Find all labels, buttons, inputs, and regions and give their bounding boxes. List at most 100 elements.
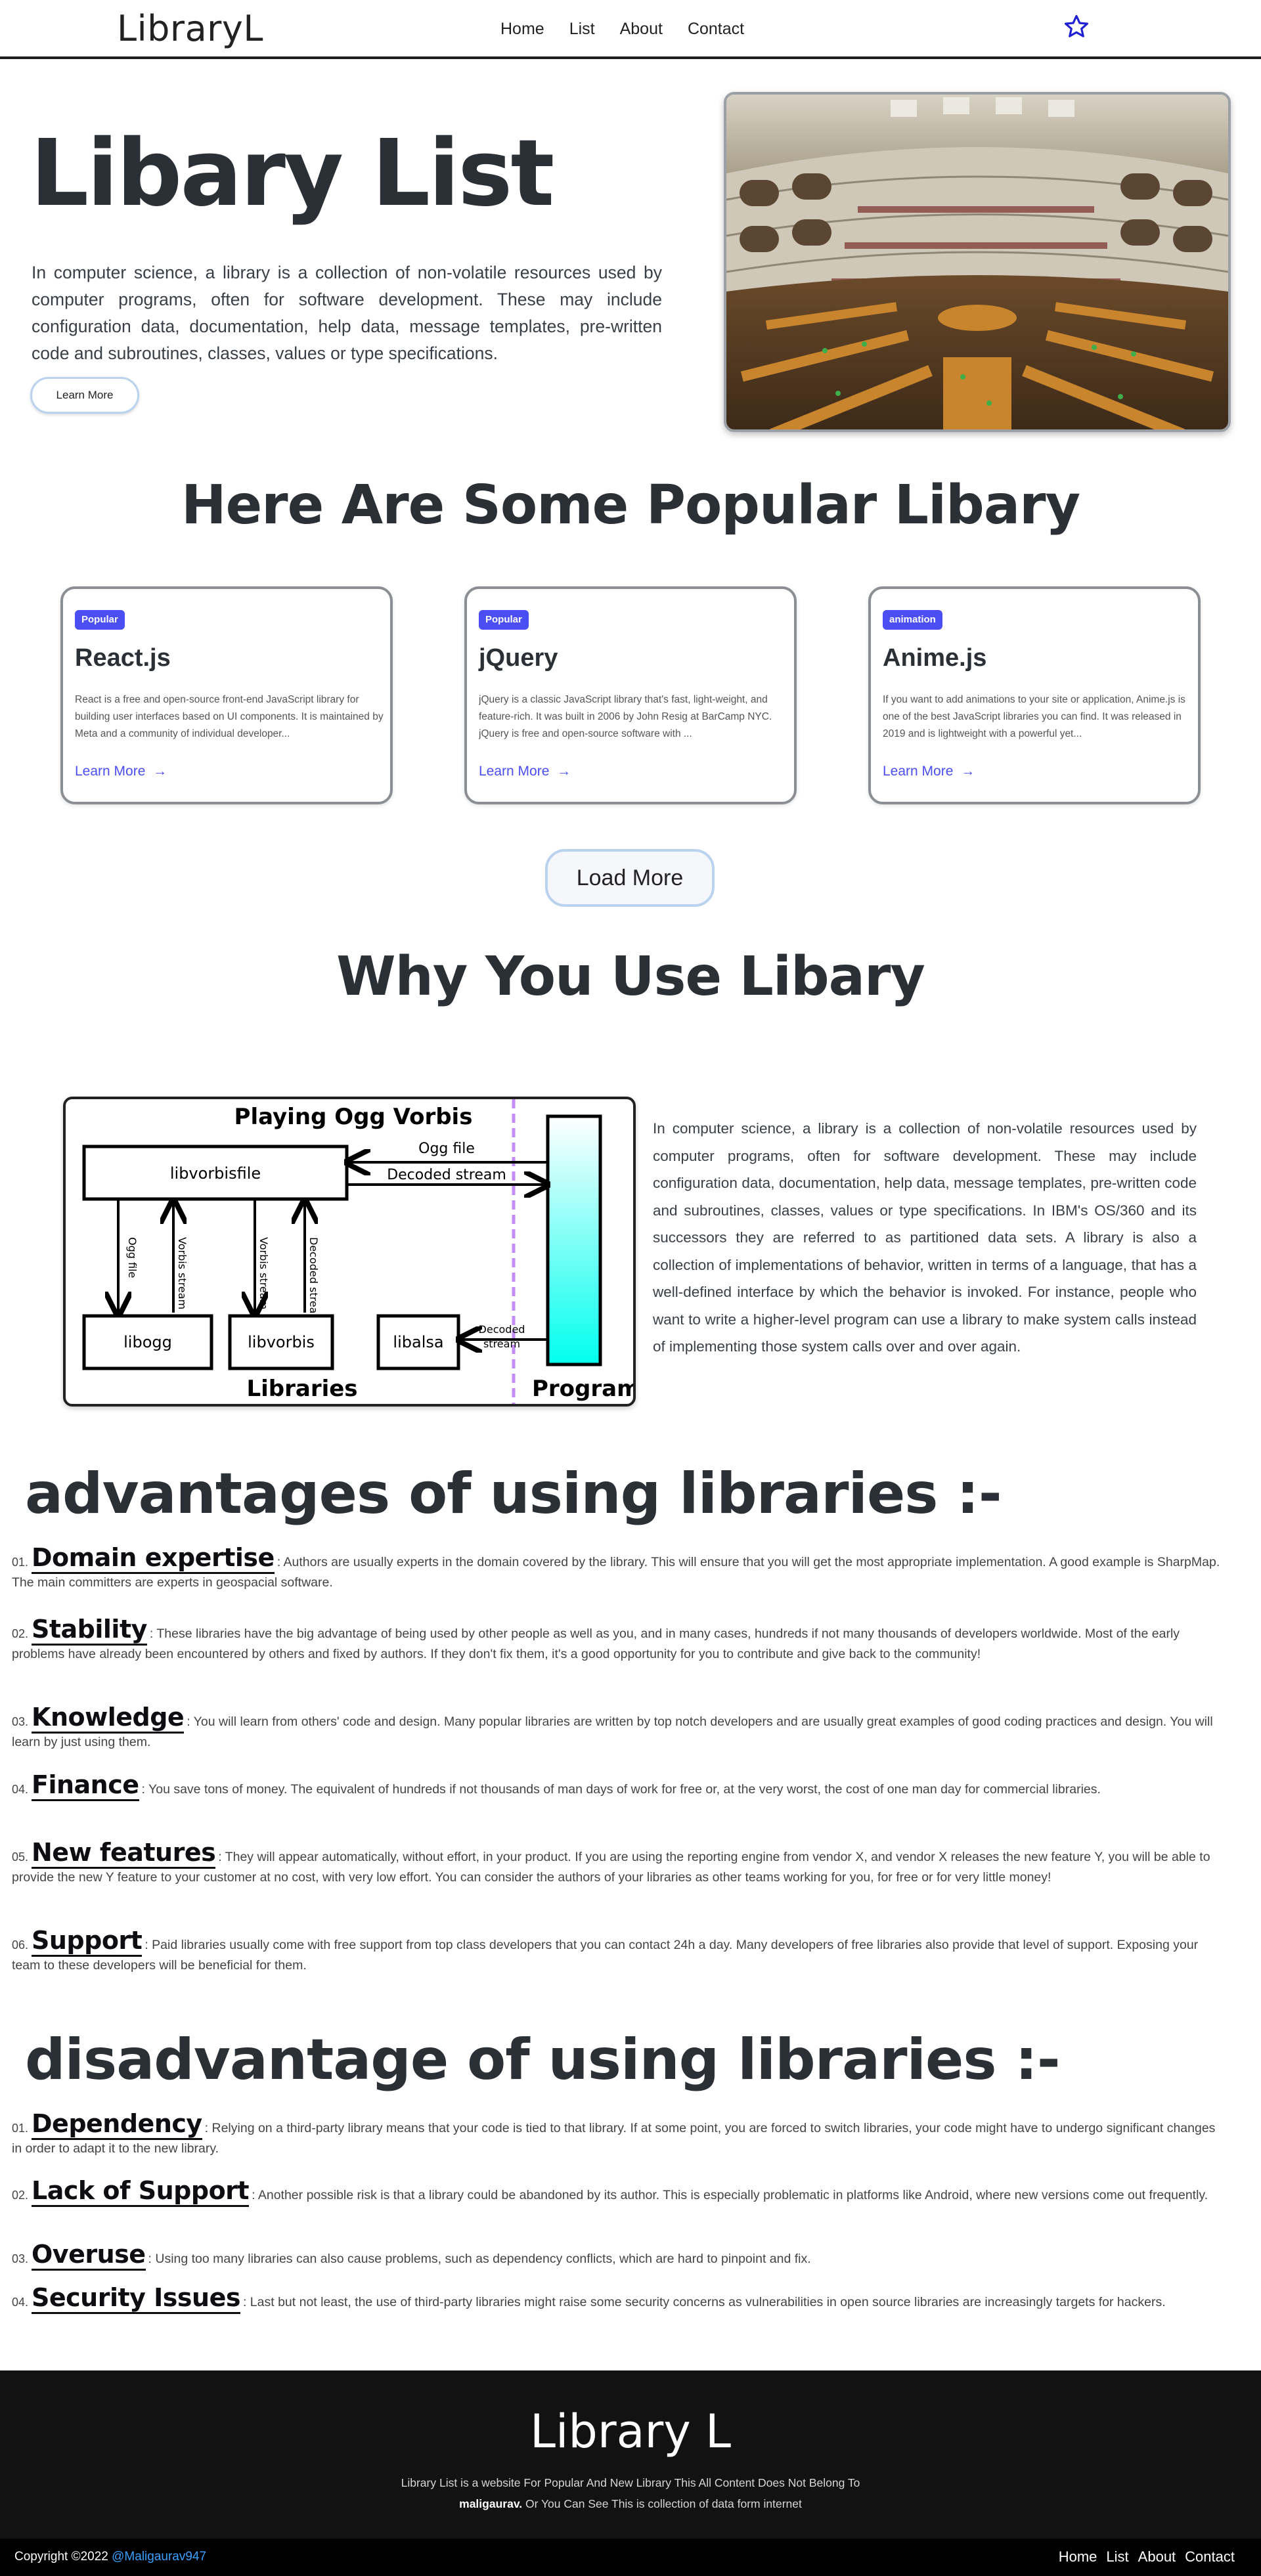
copyright-text: Copyright ©2022 <box>14 2550 112 2564</box>
card-learn-more-link[interactable]: Learn More → <box>883 764 975 779</box>
item-number: 02. <box>12 2189 29 2202</box>
libvorbis-label: libvorbis <box>248 1333 315 1351</box>
advantage-item: 02. Stability: These libraries have the b… <box>12 1615 1228 1665</box>
footer-author-name: maligaurav. <box>459 2497 523 2510</box>
advantage-item: 06. Support: Paid libraries usually come … <box>12 1926 1228 1976</box>
brand-logo[interactable]: LibraryL <box>117 8 263 49</box>
footer-link-home[interactable]: Home <box>1059 2548 1097 2565</box>
advantage-item: 04. Finance: You save tons of money. The … <box>12 1770 1228 1801</box>
item-term: Domain expertise <box>32 1543 275 1574</box>
library-card-react: Popular React.js React is a free and ope… <box>60 586 393 804</box>
libogg-label: libogg <box>123 1333 172 1351</box>
star-icon[interactable] <box>1063 13 1090 41</box>
card-description: React is a free and open-source front-en… <box>75 694 384 739</box>
library-hall-image <box>724 92 1231 432</box>
card-title: React.js <box>75 644 171 672</box>
item-number: 03. <box>12 2252 29 2265</box>
item-number: 05. <box>12 1850 29 1864</box>
item-term: New features <box>32 1838 216 1869</box>
arrow-ogg-file-label: Ogg file <box>418 1141 475 1157</box>
item-number: 04. <box>12 2296 29 2309</box>
card-title: jQuery <box>479 644 558 672</box>
nav-link-list[interactable]: List <box>569 20 595 39</box>
footer-description: Library List is a website For Popular An… <box>368 2472 893 2514</box>
card-link-label: Learn More <box>75 764 146 779</box>
item-description: : You will learn from others' code and d… <box>12 1714 1213 1749</box>
footer: Library L Library List is a website For … <box>0 2370 1261 2576</box>
item-term: Lack of Support <box>32 2176 250 2207</box>
card-badge: Popular <box>479 610 529 630</box>
libraries-label: Libraries <box>246 1376 357 1402</box>
footer-link-list[interactable]: List <box>1106 2548 1128 2565</box>
card-badge: Popular <box>75 610 125 630</box>
why-section-title: Why You Use Libary <box>336 946 925 1008</box>
advantage-item: 01. Domain expertise: Authors are usually… <box>12 1543 1228 1593</box>
card-badge: animation <box>883 610 942 630</box>
advantage-item: 03. Knowledge: You will learn from others… <box>12 1703 1228 1753</box>
item-term: Dependency <box>32 2109 202 2140</box>
arrow-right-icon: → <box>149 764 167 779</box>
v-vorbis-stream-label-2: Vorbis stream <box>257 1237 270 1309</box>
item-number: 06. <box>12 1938 29 1952</box>
item-number: 04. <box>12 1783 29 1796</box>
footer-desc-line1: Library List is a website For Popular An… <box>401 2476 860 2489</box>
page: LibraryL Home List About Contact Libary … <box>0 0 1261 2576</box>
card-learn-more-link[interactable]: Learn More → <box>75 764 167 779</box>
item-number: 01. <box>12 2122 29 2135</box>
alsa-decoded-label-2: stream <box>483 1338 520 1350</box>
diagram-title: Playing Ogg Vorbis <box>234 1104 473 1130</box>
nav-link-contact[interactable]: Contact <box>688 20 744 39</box>
hero-description: In computer science, a library is a coll… <box>32 263 662 363</box>
card-link-label: Learn More <box>883 764 954 779</box>
item-description: : Another possible risk is that a librar… <box>252 2188 1208 2202</box>
item-term: Security Issues <box>32 2283 240 2314</box>
disadvantage-item: 02. Lack of Support: Another possible ris… <box>12 2176 1228 2207</box>
item-description: : Paid libraries usually come with free … <box>12 1938 1199 1973</box>
learn-more-button[interactable]: Learn More <box>30 377 139 414</box>
footer-desc-line2: Or You Can See This is collection of dat… <box>522 2497 802 2510</box>
ogg-vorbis-diagram: Playing Ogg Vorbis libvorbisfile Ogg fil… <box>63 1097 636 1407</box>
item-term: Knowledge <box>32 1703 185 1734</box>
card-link-label: Learn More <box>479 764 550 779</box>
disadvantage-item: 03. Overuse: Using too many libraries can… <box>12 2240 1228 2271</box>
item-description: : Using too many libraries can also caus… <box>148 2252 811 2266</box>
footer-link-about[interactable]: About <box>1138 2548 1176 2565</box>
item-term: Stability <box>32 1615 147 1646</box>
item-number: 01. <box>12 1556 29 1569</box>
popular-section-title: Here Are Some Popular Libary <box>181 474 1080 536</box>
nav-link-home[interactable]: Home <box>500 20 544 39</box>
item-term: Support <box>32 1926 143 1957</box>
arrow-decoded-label: Decoded stream <box>387 1167 506 1183</box>
card-description: If you want to add animations to your si… <box>883 694 1185 739</box>
footer-link-contact[interactable]: Contact <box>1185 2548 1235 2565</box>
v-decoded-stream-label: Decoded stream <box>307 1237 320 1324</box>
load-more-button[interactable]: Load More <box>545 849 715 907</box>
item-description: : These libraries have the big advantage… <box>12 1626 1180 1661</box>
item-number: 02. <box>12 1627 29 1640</box>
top-navbar: LibraryL Home List About Contact <box>0 0 1261 59</box>
hero-title: Libary List <box>30 120 554 227</box>
program-label: Program <box>532 1376 633 1402</box>
library-card-jquery: Popular jQuery jQuery is a classic JavaS… <box>464 586 797 804</box>
card-title: Anime.js <box>883 644 987 672</box>
footer-bottom-bar: Copyright ©2022 @Maligaurav947 Home List… <box>0 2539 1261 2576</box>
item-number: 03. <box>12 1715 29 1728</box>
library-card-anime: animation Anime.js If you want to add an… <box>868 586 1201 804</box>
disadvantage-item: 04. Security Issues: Last but not least, … <box>12 2283 1228 2314</box>
author-handle-link[interactable]: @Maligaurav947 <box>112 2550 206 2564</box>
copyright: Copyright ©2022 @Maligaurav947 <box>14 2550 206 2564</box>
advantage-item: 05. New features: They will appear automa… <box>12 1838 1228 1888</box>
libvorbisfile-label: libvorbisfile <box>170 1164 261 1183</box>
advantages-heading: advantages of using libraries :- <box>25 1461 1002 1527</box>
v-vorbis-stream-label: Vorbis stream <box>176 1237 188 1309</box>
alsa-decoded-label-1: Decoded <box>479 1323 525 1336</box>
nav-link-about[interactable]: About <box>620 20 663 39</box>
disadvantages-heading: disadvantage of using libraries :- <box>25 2027 1061 2093</box>
card-learn-more-link[interactable]: Learn More → <box>479 764 571 779</box>
libalsa-label: libalsa <box>393 1333 443 1351</box>
arrow-right-icon: → <box>957 764 975 779</box>
item-description: : You save tons of money. The equivalent… <box>141 1782 1101 1797</box>
nav-links: Home List About Contact <box>500 20 744 39</box>
arrow-right-icon: → <box>553 764 571 779</box>
footer-title: Library L <box>529 2405 731 2458</box>
